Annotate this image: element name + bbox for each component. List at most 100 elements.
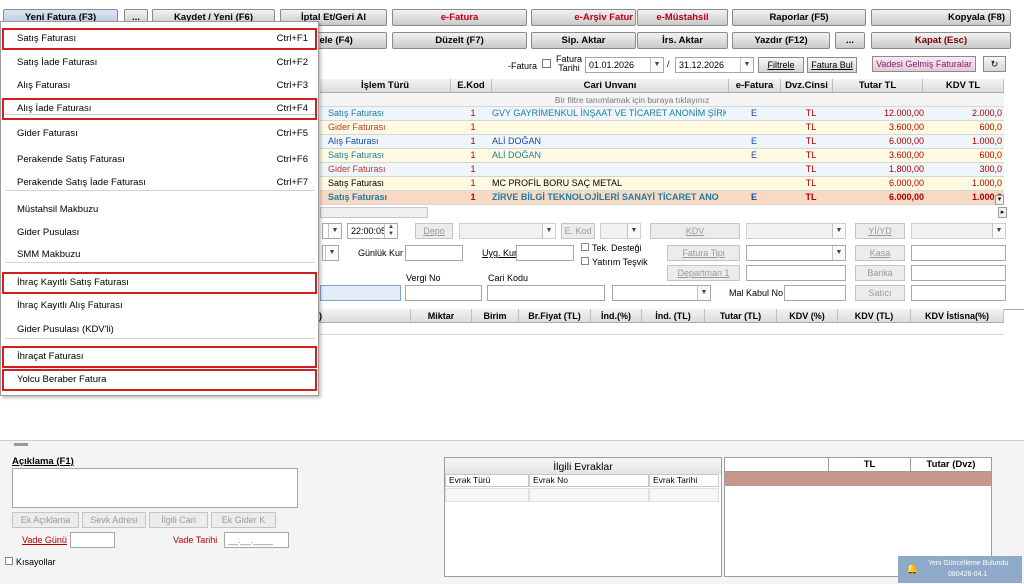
col-cari-unvani[interactable]: Cari Unvanı: [492, 79, 729, 93]
menu-item[interactable]: Alış İade Faturası Ctrl+F4: [1, 97, 318, 121]
table-row[interactable]: Alış Faturası 1 ALİ DOĞAN E TL 6.000,00 1.000,…: [320, 135, 1004, 149]
time-field[interactable]: 22:00:05 ▲ ▼: [347, 223, 398, 239]
scroll-right-arrow-icon[interactable]: ▸: [998, 207, 1007, 218]
cari-unvan-field[interactable]: [320, 285, 401, 301]
col-tutar-tl[interactable]: Tutar TL: [833, 79, 923, 93]
table-row[interactable]: Gider Faturası 1 TL 3.600,00 600,0: [320, 121, 1004, 135]
banka-button[interactable]: Banka: [855, 265, 905, 281]
vergi-no-field[interactable]: [405, 285, 482, 301]
copy-button[interactable]: Kopyala (F8): [871, 9, 1011, 26]
uyg-kur-field[interactable]: [516, 245, 574, 261]
table-row[interactable]: Gider Faturası 1 TL 1.800,00 300,0: [320, 163, 1004, 177]
fatura-tipi-button[interactable]: Fatura Tipi: [667, 245, 740, 261]
menu-item[interactable]: Satış Faturası Ctrl+F1: [1, 27, 318, 51]
menu-item[interactable]: Gider Pusulası: [1, 221, 318, 245]
col-evrak-no[interactable]: Evrak No: [529, 474, 649, 487]
depo-select[interactable]: ▼: [459, 223, 556, 239]
waybill-transfer-button[interactable]: İrs. Aktar: [637, 32, 728, 49]
menu-item[interactable]: Yolcu Beraber Fatura: [1, 368, 318, 392]
table-row[interactable]: Satış Faturası 1 ZİRVE BİLGİ TEKNOLOJİLERİ…: [320, 191, 1004, 205]
departman-field[interactable]: [746, 265, 846, 281]
cari-kodu-field[interactable]: [487, 285, 605, 301]
yatirim-tesvik-checkbox[interactable]: [581, 257, 589, 265]
menu-item[interactable]: SMM Makbuzu: [1, 243, 318, 267]
col-efatura[interactable]: e-Fatura: [729, 79, 781, 93]
col-dvz-cinsi[interactable]: Dvz.Cinsi: [781, 79, 833, 93]
col-miktar[interactable]: Miktar: [411, 309, 472, 323]
col-detail-name[interactable]: ): [318, 309, 411, 323]
menu-item[interactable]: İhraç Kayıtlı Alış Faturası: [1, 294, 318, 318]
table-row[interactable]: Satış Faturası 1 GVY GAYRİMENKUL İNŞAAT VE…: [320, 107, 1004, 121]
date-from-field[interactable]: 01.01.2026 ▼: [585, 57, 664, 73]
horizontal-scrollbar[interactable]: [320, 207, 428, 218]
col-ind-pct[interactable]: İnd.(%): [591, 309, 642, 323]
order-transfer-button[interactable]: Sip. Aktar: [531, 32, 636, 49]
detail-empty-row[interactable]: [318, 323, 1004, 335]
refresh-button[interactable]: ↻: [983, 56, 1006, 72]
ek-aciklama-button[interactable]: Ek Açıklama: [12, 512, 79, 528]
col-evrak-turu[interactable]: Evrak Türü: [445, 474, 529, 487]
col-tutar[interactable]: Tutar (TL): [705, 309, 777, 323]
tek-destegi-checkbox[interactable]: [581, 243, 589, 251]
aciklama-textarea[interactable]: [12, 468, 298, 508]
fatura-tarihi-checkbox[interactable]: [542, 59, 551, 68]
depo-button[interactable]: Depo: [415, 223, 453, 239]
filter-button[interactable]: Filtrele: [758, 57, 804, 73]
menu-item[interactable]: İhraçat Faturası: [1, 345, 318, 369]
col-kdv-istisna[interactable]: KDV İstisna(%): [911, 309, 1004, 323]
filter-hint-row[interactable]: Bir filtre tanımlamak için buraya tıklay…: [320, 93, 1004, 107]
menu-item[interactable]: Perakende Satış İade Faturası Ctrl+F7: [1, 171, 318, 195]
menu-item[interactable]: Müstahsil Makbuzu: [1, 198, 318, 222]
due-invoices-button[interactable]: Vadesi Gelmiş Faturalar: [872, 56, 976, 72]
yi-yd-button[interactable]: Yİ/YD: [855, 223, 905, 239]
e-invoice-button[interactable]: e-Fatura: [392, 9, 527, 26]
yi-yd-select[interactable]: ▼: [911, 223, 1006, 239]
banka-field[interactable]: [911, 265, 1006, 281]
satici-field[interactable]: [911, 285, 1006, 301]
col-evrak-tarihi[interactable]: Evrak Tarihi: [649, 474, 719, 487]
col-islem-turu[interactable]: İşlem Türü: [320, 79, 451, 93]
e-kod-button[interactable]: E. Kod: [561, 223, 595, 239]
drag-handle-icon[interactable]: [14, 443, 28, 446]
vade-tarihi-field[interactable]: __.__.____: [224, 532, 289, 548]
departman-button[interactable]: Departman 1: [667, 265, 740, 281]
e-archive-button[interactable]: e-Arşiv Fatur: [531, 9, 636, 26]
col-kdv-pct[interactable]: KDV (%): [777, 309, 838, 323]
table-row[interactable]: Satış Faturası 1 MC PROFİL BORU SAÇ METAL T…: [320, 177, 1004, 191]
cari-select[interactable]: ▼: [612, 285, 711, 301]
col-kdv-tl-detail[interactable]: KDV (TL): [838, 309, 911, 323]
col-kdv-tl[interactable]: KDV TL: [923, 79, 1004, 93]
ek-gider-button[interactable]: Ek Gider K: [211, 512, 276, 528]
series-field[interactable]: ▼: [322, 223, 342, 239]
close-button[interactable]: Kapat (Esc): [871, 32, 1011, 49]
find-invoice-button[interactable]: Fatura Bul: [807, 57, 857, 73]
col-birim[interactable]: Birim: [472, 309, 519, 323]
menu-item[interactable]: İhraç Kayıtlı Satış Faturası: [1, 271, 318, 295]
e-kod-select[interactable]: ▼: [600, 223, 641, 239]
chevron-down-icon[interactable]: ▼: [650, 58, 663, 72]
kdv-button[interactable]: KDV: [650, 223, 740, 239]
col-ind-tl[interactable]: İnd. (TL): [642, 309, 705, 323]
menu-item[interactable]: Gider Faturası Ctrl+F5: [1, 122, 318, 146]
kisayollar-checkbox[interactable]: [5, 557, 13, 565]
fatura-tipi-select[interactable]: ▼: [746, 245, 846, 261]
gunluk-kur-field[interactable]: [405, 245, 463, 261]
date-to-field[interactable]: 31.12.2026 ▼: [675, 57, 754, 73]
update-notification[interactable]: 🔔 Yeni Güncelleme Bulundu 080426-04.1: [898, 556, 1022, 583]
kasa-button[interactable]: Kasa: [855, 245, 905, 261]
currency-select[interactable]: ▼: [322, 245, 339, 261]
menu-item[interactable]: Alış Faturası Ctrl+F3: [1, 74, 318, 98]
vade-gunu-field[interactable]: [70, 532, 115, 548]
table-row[interactable]: Satış Faturası 1 ALİ DOĞAN E TL 3.600,00 600,0: [320, 149, 1004, 163]
col-br-fiyat[interactable]: Br.Fiyat (TL): [519, 309, 591, 323]
menu-item[interactable]: Perakende Satış Faturası Ctrl+F6: [1, 148, 318, 172]
chevron-down-icon[interactable]: ▼: [740, 58, 753, 72]
e-mustahsil-button[interactable]: e-Müstahsil: [637, 9, 728, 26]
scroll-down-arrow-icon[interactable]: ▾: [995, 195, 1004, 205]
ilgili-cari-button[interactable]: İlgili Cari: [149, 512, 208, 528]
mal-kabul-no-field[interactable]: [784, 285, 846, 301]
more-button-2[interactable]: ...: [835, 32, 865, 49]
print-button[interactable]: Yazdır (F12): [732, 32, 830, 49]
reports-button[interactable]: Raporlar (F5): [732, 9, 866, 26]
edit-button[interactable]: Düzelt (F7): [392, 32, 527, 49]
